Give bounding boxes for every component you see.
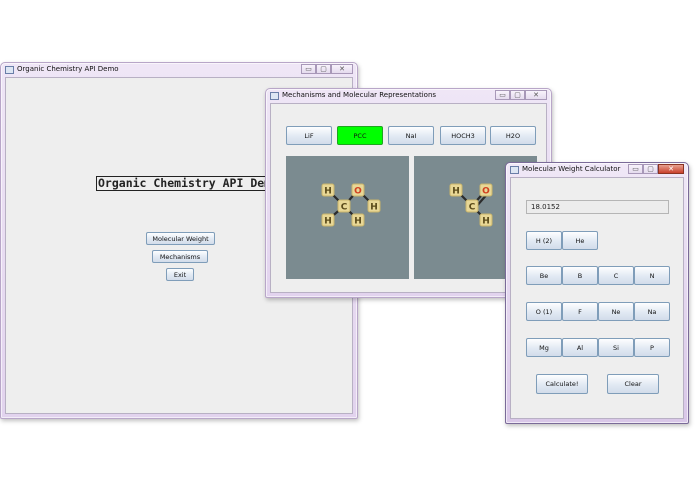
atom-label: H xyxy=(370,203,378,213)
clear-button[interactable]: Clear xyxy=(607,374,659,394)
element-button-o[interactable]: O (1) xyxy=(526,302,562,321)
element-button-b[interactable]: B xyxy=(562,266,598,285)
java-app-icon xyxy=(270,92,279,100)
calculator-window: Molecular Weight Calculator ▭ ▢ ✕ 18.015… xyxy=(505,162,689,424)
calculator-window-title: Molecular Weight Calculator xyxy=(522,165,621,173)
exit-button[interactable]: Exit xyxy=(166,268,194,281)
main-window-controls: ▭ ▢ ✕ xyxy=(301,64,353,75)
element-button-al[interactable]: Al xyxy=(562,338,598,357)
atom-label: C xyxy=(469,203,476,213)
atom-label: O xyxy=(482,187,490,197)
molecular-weight-button[interactable]: Molecular Weight xyxy=(146,232,215,245)
main-window-title: Organic Chemistry API Demo xyxy=(17,65,119,73)
element-button-mg[interactable]: Mg xyxy=(526,338,562,357)
element-button-h[interactable]: H (2) xyxy=(526,231,562,250)
close-icon[interactable]: ✕ xyxy=(331,64,353,74)
main-window-titlebar[interactable]: Organic Chemistry API Demo ▭ ▢ ✕ xyxy=(1,63,357,77)
atom-label: H xyxy=(452,187,460,197)
maximize-icon[interactable]: ▢ xyxy=(510,90,525,100)
mechanisms-button[interactable]: Mechanisms xyxy=(152,250,208,263)
element-button-he[interactable]: He xyxy=(562,231,598,250)
element-button-be[interactable]: Be xyxy=(526,266,562,285)
element-button-n[interactable]: N xyxy=(634,266,670,285)
tab-h2o[interactable]: H2O xyxy=(490,126,536,145)
maximize-icon[interactable]: ▢ xyxy=(643,164,658,174)
element-button-si[interactable]: Si xyxy=(598,338,634,357)
element-button-na[interactable]: Na xyxy=(634,302,670,321)
atom-label: H xyxy=(324,217,332,227)
tab-pcc[interactable]: PCC xyxy=(337,126,383,145)
calculator-window-titlebar[interactable]: Molecular Weight Calculator ▭ ▢ ✕ xyxy=(506,163,688,177)
mechanisms-window-controls: ▭ ▢ ✕ xyxy=(495,90,547,101)
element-button-c[interactable]: C xyxy=(598,266,634,285)
calculate-button[interactable]: Calculate! xyxy=(536,374,588,394)
tab-hoch3[interactable]: HOCH3 xyxy=(440,126,486,145)
tab-lif[interactable]: LiF xyxy=(286,126,332,145)
mechanisms-window-title: Mechanisms and Molecular Representations xyxy=(282,91,437,99)
close-icon[interactable]: ✕ xyxy=(525,90,547,100)
atom-label: C xyxy=(341,203,348,213)
element-button-f[interactable]: F xyxy=(562,302,598,321)
atom-label: O xyxy=(354,187,362,197)
atom-label: H xyxy=(324,187,332,197)
mechanisms-window-titlebar[interactable]: Mechanisms and Molecular Representations… xyxy=(266,89,551,103)
molecular-weight-result: 18.0152 xyxy=(526,200,669,214)
element-button-p[interactable]: P xyxy=(634,338,670,357)
molecule-panel-left: H O C H H H xyxy=(286,156,409,279)
calculator-window-controls: ▭ ▢ ✕ xyxy=(628,164,684,175)
app-heading: Organic Chemistry API Demo xyxy=(96,176,281,191)
java-app-icon xyxy=(510,166,519,174)
atom-label: H xyxy=(482,217,490,227)
element-button-ne[interactable]: Ne xyxy=(598,302,634,321)
calculator-window-content: 18.0152 H (2) He Be B C N O (1) F Ne Na … xyxy=(510,177,684,419)
java-app-icon xyxy=(5,66,14,74)
methanol-structure: H O C H H H xyxy=(321,183,381,227)
close-icon[interactable]: ✕ xyxy=(658,164,684,174)
minimize-icon[interactable]: ▭ xyxy=(301,64,316,74)
tab-nai[interactable]: NaI xyxy=(388,126,434,145)
minimize-icon[interactable]: ▭ xyxy=(495,90,510,100)
atom-label: H xyxy=(354,217,362,227)
minimize-icon[interactable]: ▭ xyxy=(628,164,643,174)
maximize-icon[interactable]: ▢ xyxy=(316,64,331,74)
